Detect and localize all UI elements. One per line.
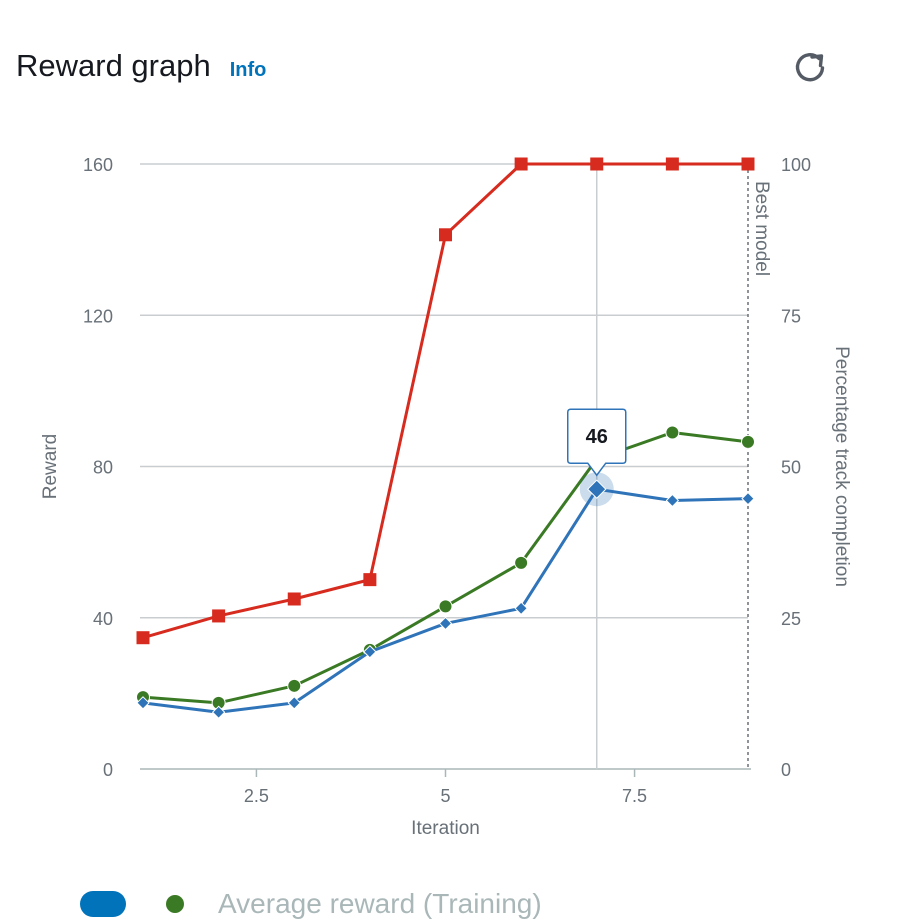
y-right-axis-title: Percentage track completion — [831, 346, 852, 587]
legend-label: Average reward (Training) — [218, 888, 542, 919]
data-point[interactable] — [212, 609, 226, 623]
data-point[interactable] — [438, 616, 453, 631]
data-point[interactable] — [514, 157, 528, 171]
data-point[interactable] — [438, 599, 453, 614]
best-model-label: Best model — [751, 181, 772, 276]
series-line — [142, 430, 749, 705]
data-point[interactable] — [665, 493, 680, 508]
y-right-tick-label: 100 — [781, 155, 811, 175]
tooltip-value: 46 — [586, 426, 608, 448]
series-lines — [136, 157, 755, 719]
data-point[interactable] — [363, 573, 377, 587]
y-tick-label: 120 — [83, 306, 113, 326]
x-tick-label: 7.5 — [622, 786, 647, 806]
data-point[interactable] — [287, 678, 302, 693]
y-tick-label: 80 — [93, 458, 113, 478]
data-point[interactable] — [741, 434, 755, 449]
reward-chart: 0 40 80 120 160 0 25 50 75 100 2.5 5 7.5 Iteration R… — [40, 155, 852, 839]
y-right-tick-label: 0 — [781, 760, 791, 780]
data-point[interactable] — [287, 592, 301, 606]
y-right-tick-label: 25 — [781, 609, 801, 629]
data-point[interactable] — [590, 157, 604, 171]
value-tooltip: 46 — [567, 408, 627, 477]
series-toggle[interactable] — [80, 891, 126, 917]
data-point[interactable] — [741, 157, 755, 171]
y-tick-label: 160 — [83, 155, 113, 175]
y-tick-label: 40 — [93, 609, 113, 629]
legend-swatch-circle-icon — [166, 895, 184, 913]
data-point[interactable] — [665, 425, 680, 440]
y-right-tick-label: 50 — [781, 458, 801, 478]
y-right-tick-label: 75 — [781, 306, 801, 326]
x-axis-title: Iteration — [411, 818, 480, 839]
y-tick-label: 0 — [103, 760, 113, 780]
data-point[interactable] — [136, 631, 150, 645]
data-point[interactable] — [439, 228, 452, 242]
y-axis-title: Reward — [40, 434, 61, 499]
data-point[interactable] — [665, 157, 679, 171]
data-point[interactable] — [514, 555, 529, 570]
legend: Average reward (Training) — [80, 888, 542, 920]
x-tick-label: 5 — [440, 786, 450, 806]
x-tick-label: 2.5 — [244, 786, 269, 806]
data-point[interactable] — [741, 491, 755, 506]
